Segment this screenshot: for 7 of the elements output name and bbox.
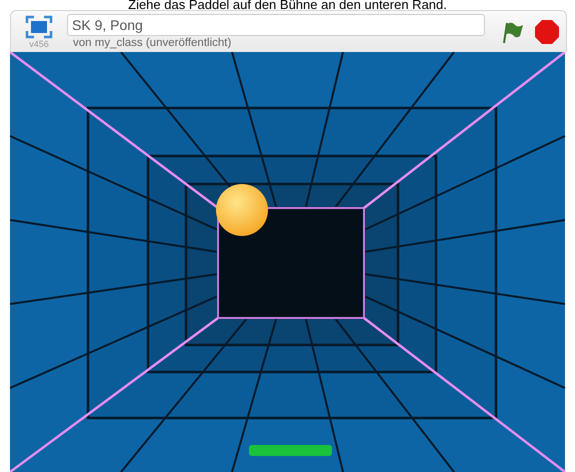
fullscreen-icon[interactable]	[25, 14, 53, 38]
author-label: von my_class (unveröffentlicht)	[73, 37, 232, 49]
stop-icon[interactable]	[534, 18, 560, 44]
version-label: v456	[29, 38, 49, 48]
ball	[216, 184, 268, 236]
flag-icon[interactable]	[500, 20, 524, 44]
project-title-field[interactable]: SK 9, Pong	[67, 14, 485, 36]
